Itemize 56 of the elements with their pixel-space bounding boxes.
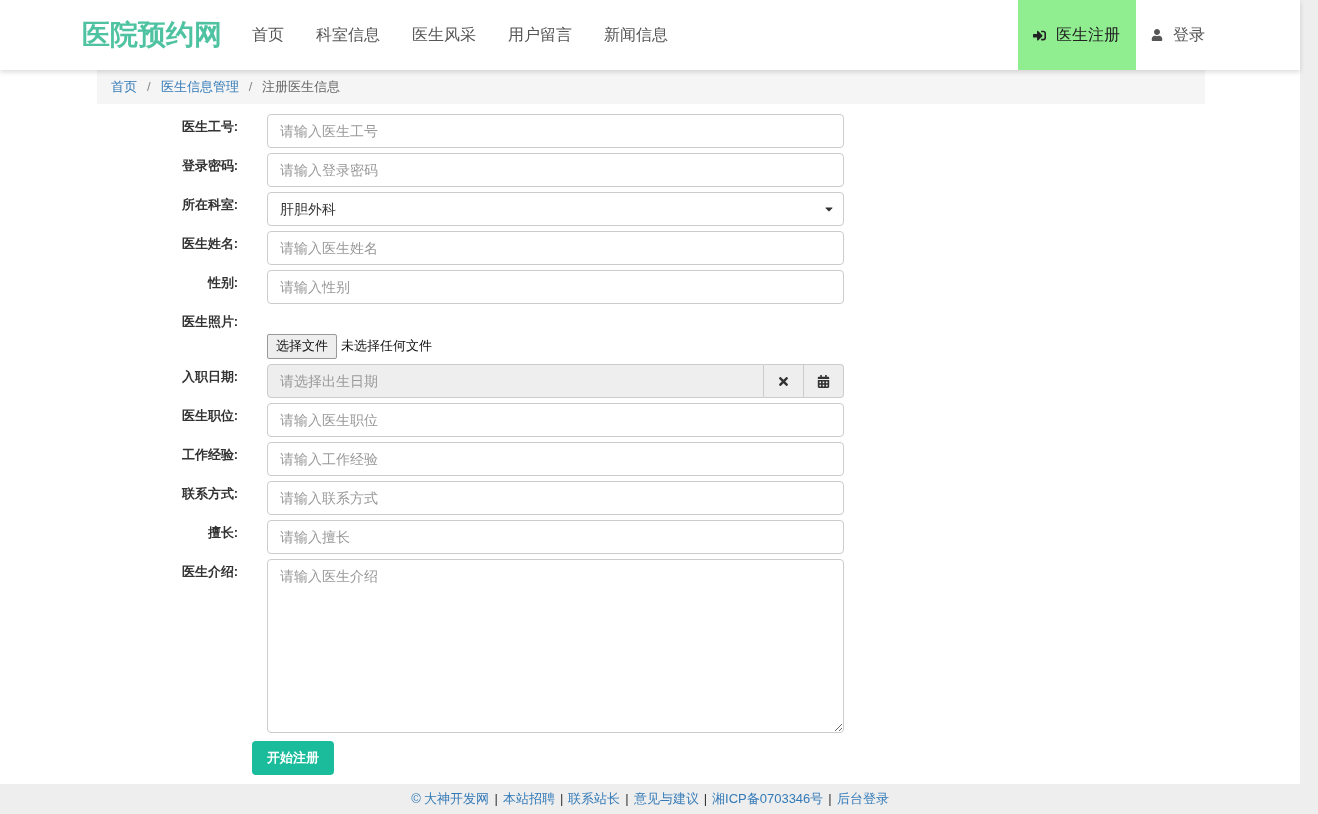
footer-separator: | <box>494 790 498 809</box>
choose-file-button[interactable]: 选择文件 <box>267 333 337 359</box>
field-label: 工作经验: <box>180 446 238 464</box>
close-icon <box>777 374 790 388</box>
input-field[interactable]: 请输入性别 <box>267 270 844 304</box>
input-field[interactable]: 请输入联系方式 <box>267 481 844 515</box>
field-label: 所在科室: <box>180 196 238 214</box>
input-field[interactable]: 请输入擅长 <box>267 520 844 554</box>
nav-link[interactable]: 用户留言 <box>492 0 588 70</box>
footer-separator: | <box>559 790 564 809</box>
nav-link[interactable]: 科室信息 <box>300 0 396 70</box>
input-field[interactable]: 请输入登录密码 <box>267 153 844 187</box>
field-label: 擅长: <box>206 524 238 542</box>
breadcrumb-separator: / <box>146 78 152 97</box>
sign-in-icon <box>1033 28 1046 42</box>
footer-separator: | <box>828 790 832 809</box>
field-label: 医生工号: <box>180 118 238 136</box>
submit-button[interactable]: 开始注册 <box>252 741 334 775</box>
nav-link[interactable]: 新闻信息 <box>588 0 684 70</box>
footer-link[interactable]: 意见与建议 <box>633 789 699 809</box>
field-label: 医生职位: <box>180 407 238 425</box>
field-label: 医生介绍: <box>180 563 238 581</box>
select-field[interactable]: 肝胆外科 <box>267 192 844 226</box>
calendar-button[interactable] <box>804 364 844 398</box>
input-field[interactable]: 请输入医生职位 <box>267 403 844 437</box>
nav-link[interactable]: 首页 <box>236 0 300 70</box>
footer-link[interactable]: 本站招聘 <box>502 789 555 809</box>
calendar-icon <box>817 374 830 388</box>
footer-link[interactable]: 湘ICP备0703346号 <box>712 789 824 809</box>
input-field[interactable]: 请输入医生姓名 <box>267 231 844 265</box>
nav-link[interactable]: 医生风采 <box>396 0 492 70</box>
date-field[interactable]: 请选择出生日期 <box>267 364 764 398</box>
select-value: 肝胆外科 <box>280 199 336 219</box>
footer-link[interactable]: 后台登录 <box>836 789 889 809</box>
field-label: 性别: <box>206 274 238 292</box>
textarea-field[interactable]: 请输入医生介绍 <box>267 559 844 733</box>
field-label: 医生姓名: <box>180 235 238 253</box>
breadcrumb-link[interactable]: 医生信息管理 <box>160 77 239 97</box>
input-field[interactable]: 请输入工作经验 <box>267 442 844 476</box>
clear-button[interactable] <box>764 364 804 398</box>
footer-separator: | <box>625 790 629 809</box>
field-label: 入职日期: <box>180 368 238 386</box>
footer-separator: | <box>703 790 708 809</box>
register-link[interactable]: 医生注册 <box>1018 0 1136 70</box>
field-label: 医生照片: <box>180 313 238 331</box>
field-label: 登录密码: <box>180 157 238 175</box>
file-status: 未选择任何文件 <box>341 337 432 356</box>
breadcrumb-link[interactable]: 首页 <box>111 77 137 97</box>
footer-link[interactable]: © 大神开发网 <box>411 789 490 809</box>
field-label: 联系方式: <box>180 485 238 503</box>
user-icon <box>1151 29 1163 41</box>
input-field[interactable]: 请输入医生工号 <box>267 114 844 148</box>
footer-link[interactable]: 联系站长 <box>568 789 621 809</box>
login-link[interactable]: 登录 <box>1136 0 1220 70</box>
breadcrumb-separator: / <box>247 78 254 97</box>
breadcrumb-current: 注册医生信息 <box>262 78 341 97</box>
